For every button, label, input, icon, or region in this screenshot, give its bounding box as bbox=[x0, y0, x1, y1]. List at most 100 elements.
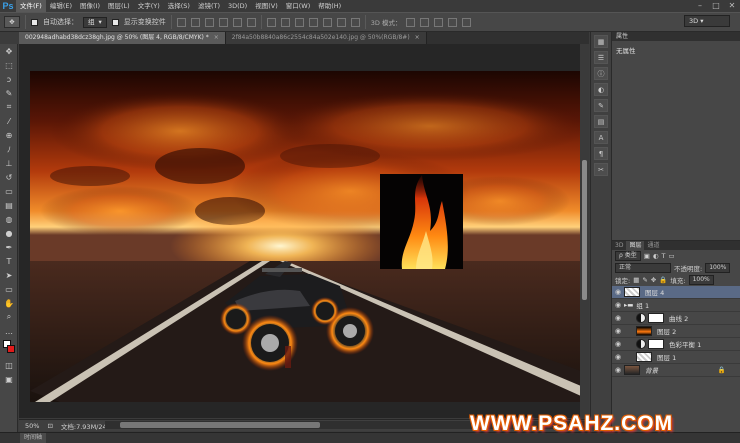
layer-row[interactable]: ◉ 图层 2 bbox=[612, 325, 740, 338]
distribute-hcenter-icon[interactable] bbox=[322, 17, 332, 27]
eye-icon[interactable]: ◉ bbox=[612, 327, 624, 335]
timeline-tab[interactable]: 时间轴 bbox=[20, 433, 47, 443]
distribute-right-icon[interactable] bbox=[336, 17, 346, 27]
type-tool-icon[interactable]: T bbox=[0, 254, 18, 268]
align-vcenter-icon[interactable] bbox=[190, 17, 200, 27]
properties-header[interactable]: 属性 bbox=[612, 32, 740, 41]
pen-tool-icon[interactable]: ✒ bbox=[0, 240, 18, 254]
layer-row[interactable]: ◉ 图层 4 bbox=[612, 286, 740, 299]
maximize-button[interactable]: □ bbox=[708, 0, 724, 12]
slide-3d-icon[interactable] bbox=[448, 17, 458, 27]
layer-row[interactable]: ◉ 图层 1 bbox=[612, 351, 740, 364]
menu-filter[interactable]: 滤镜(T) bbox=[194, 0, 224, 12]
distribute-bottom-icon[interactable] bbox=[294, 17, 304, 27]
menu-view[interactable]: 视图(V) bbox=[251, 0, 282, 12]
filter-shape-icon[interactable]: ▭ bbox=[669, 252, 675, 260]
align-left-icon[interactable] bbox=[218, 17, 228, 27]
color-swatches[interactable] bbox=[0, 338, 18, 358]
clone-stamp-tool-icon[interactable]: ⊥ bbox=[0, 156, 18, 170]
horizontal-scroll-thumb[interactable] bbox=[120, 422, 320, 428]
move-tool-icon[interactable]: ✥ bbox=[0, 44, 18, 58]
filter-adjust-icon[interactable]: ◐ bbox=[653, 252, 659, 260]
workspace-dropdown[interactable]: 3D ▾ bbox=[684, 15, 730, 27]
distribute-top-icon[interactable] bbox=[266, 17, 276, 27]
quick-select-tool-icon[interactable]: ✎ bbox=[0, 86, 18, 100]
blend-mode-dropdown[interactable]: 正常 bbox=[615, 263, 671, 273]
lock-transparent-icon[interactable]: ▦ bbox=[633, 276, 639, 284]
menu-3d[interactable]: 3D(D) bbox=[224, 0, 251, 12]
tab-layers[interactable]: 图层 bbox=[626, 241, 645, 250]
marquee-tool-icon[interactable]: ⬚ bbox=[0, 58, 18, 72]
healing-brush-tool-icon[interactable]: ⊕ bbox=[0, 128, 18, 142]
shape-tool-icon[interactable]: ▭ bbox=[0, 282, 18, 296]
eye-icon[interactable]: ◉ bbox=[612, 288, 624, 296]
lasso-tool-icon[interactable]: ↄ bbox=[0, 72, 18, 86]
align-top-icon[interactable] bbox=[176, 17, 186, 27]
brush-tool-icon[interactable]: ﾉ bbox=[0, 142, 18, 156]
lock-position-icon[interactable]: ✥ bbox=[651, 276, 656, 284]
auto-select-target-dropdown[interactable]: 组 ▾ bbox=[83, 16, 107, 28]
adjustments-panel-icon[interactable]: ◐ bbox=[594, 83, 608, 96]
menu-file[interactable]: 文件(F) bbox=[16, 0, 46, 12]
tab-channels[interactable]: 通道 bbox=[644, 241, 662, 250]
align-bottom-icon[interactable] bbox=[204, 17, 214, 27]
eye-icon[interactable]: ◉ bbox=[612, 314, 624, 322]
layer-row[interactable]: ◉ 色彩平衡 1 bbox=[612, 338, 740, 351]
swatches-panel-icon[interactable]: ▤ bbox=[594, 115, 608, 128]
lock-all-icon[interactable]: 🔒 bbox=[659, 276, 667, 284]
distribute-vcenter-icon[interactable] bbox=[280, 17, 290, 27]
eye-icon[interactable]: ◉ bbox=[612, 301, 624, 309]
tool-presets-icon[interactable]: ✂ bbox=[594, 163, 608, 176]
doc-tab[interactable]: 2f84a50b8840a86c2554c84a502e140.jpg @ 50… bbox=[225, 32, 427, 44]
eyedropper-tool-icon[interactable]: ⁄ bbox=[0, 114, 18, 128]
eraser-tool-icon[interactable]: ▭ bbox=[0, 184, 18, 198]
lock-pixels-icon[interactable]: ✎ bbox=[642, 276, 647, 284]
crop-tool-icon[interactable]: ⌗ bbox=[0, 100, 18, 114]
close-icon[interactable]: × bbox=[214, 34, 219, 41]
history-brush-tool-icon[interactable]: ↺ bbox=[0, 170, 18, 184]
hand-tool-icon[interactable]: ✋ bbox=[0, 296, 18, 310]
rotate-3d-icon[interactable] bbox=[406, 17, 416, 27]
edit-toolbar-icon[interactable]: … bbox=[0, 324, 18, 338]
info-panel-icon[interactable]: ⓘ bbox=[594, 67, 608, 80]
align-hcenter-icon[interactable] bbox=[232, 17, 242, 27]
menu-type[interactable]: 文字(Y) bbox=[134, 0, 164, 12]
align-right-icon[interactable] bbox=[246, 17, 256, 27]
layer-row[interactable]: ◉ 曲线 2 bbox=[612, 312, 740, 325]
fill-field[interactable]: 100% bbox=[688, 275, 714, 285]
history-panel-icon[interactable]: ▦ bbox=[594, 35, 608, 48]
document-canvas[interactable] bbox=[30, 71, 581, 402]
scale-3d-icon[interactable] bbox=[462, 17, 472, 27]
distribute-left-icon[interactable] bbox=[308, 17, 318, 27]
brush-panel-icon[interactable]: ✎ bbox=[594, 99, 608, 112]
tab-3d[interactable]: 3D bbox=[612, 241, 626, 250]
gradient-tool-icon[interactable]: ▤ bbox=[0, 198, 18, 212]
character-panel-icon[interactable]: A bbox=[594, 131, 608, 144]
filter-type-icon[interactable]: T bbox=[662, 252, 666, 260]
auto-align-icon[interactable] bbox=[350, 17, 360, 27]
move-tool-preset-icon[interactable]: ✥ bbox=[4, 16, 20, 28]
menu-window[interactable]: 窗口(W) bbox=[282, 0, 315, 12]
menu-help[interactable]: 帮助(H) bbox=[314, 0, 345, 12]
auto-select-checkbox[interactable] bbox=[31, 18, 38, 26]
background-color[interactable] bbox=[7, 345, 15, 353]
drag-3d-icon[interactable] bbox=[434, 17, 444, 27]
layer-group-row[interactable]: ◉ ▸ ▬ 组 1 bbox=[612, 299, 740, 312]
dodge-tool-icon[interactable]: ● bbox=[0, 226, 18, 240]
vertical-scroll-thumb[interactable] bbox=[582, 160, 587, 300]
menu-select[interactable]: 选择(S) bbox=[164, 0, 194, 12]
minimize-button[interactable]: – bbox=[692, 0, 708, 12]
layer-kind-filter[interactable]: ρ 类型 bbox=[615, 251, 641, 261]
close-button[interactable]: ✕ bbox=[724, 0, 740, 12]
doc-tab-active[interactable]: 002948adhabd38dcz38gh.jpg @ 50% (图层 4, R… bbox=[19, 32, 226, 44]
close-icon[interactable]: × bbox=[415, 34, 420, 41]
zoom-level[interactable]: 50% bbox=[25, 422, 39, 430]
properties-panel-icon[interactable]: ☰ bbox=[594, 51, 608, 64]
eye-icon[interactable]: ◉ bbox=[612, 353, 624, 361]
quick-mask-icon[interactable]: ◫ bbox=[0, 358, 18, 372]
paragraph-panel-icon[interactable]: ¶ bbox=[594, 147, 608, 160]
path-select-tool-icon[interactable]: ➤ bbox=[0, 268, 18, 282]
export-icon[interactable]: ⊡ bbox=[47, 422, 52, 430]
eye-icon[interactable]: ◉ bbox=[612, 340, 624, 348]
opacity-field[interactable]: 100% bbox=[705, 263, 731, 273]
